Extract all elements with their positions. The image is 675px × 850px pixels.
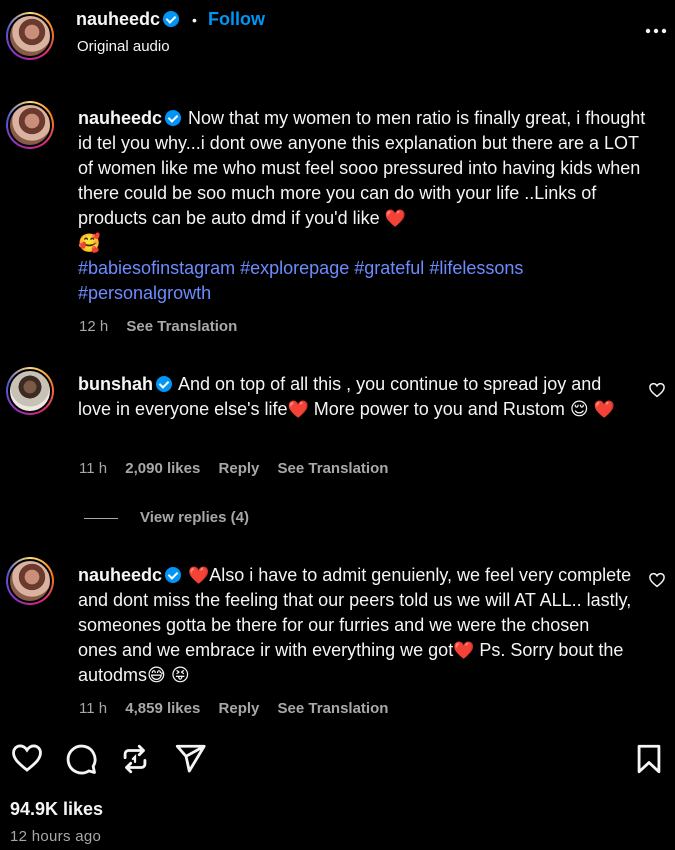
header-username[interactable]: nauheedc — [76, 9, 160, 29]
comment-body: bunshah And on top of all this , you con… — [78, 372, 618, 422]
comment-body: nauheedc ❤️Also i have to admit genuienl… — [78, 563, 633, 688]
comment-likes-count[interactable]: 2,090 likes — [125, 460, 200, 477]
view-replies-divider — [84, 518, 118, 519]
relieved-face-emoji: 😌 — [569, 399, 589, 419]
reply-button[interactable]: Reply — [219, 460, 260, 477]
comment-avatar[interactable] — [6, 557, 54, 605]
comment-time: 11 h — [79, 700, 108, 717]
hashtag-link[interactable]: #personalgrowth — [78, 283, 211, 303]
share-paper-plane-icon[interactable] — [173, 742, 207, 776]
hashtag-link[interactable]: #babiesofinstagram — [78, 258, 235, 278]
caption-text: Now that my women to men ratio is finall… — [78, 108, 646, 228]
red-heart-emoji: ❤️ — [287, 400, 309, 419]
follow-button[interactable]: Follow — [208, 9, 265, 29]
red-heart-emoji: ❤️ — [188, 566, 210, 585]
comment-like-heart-icon[interactable] — [648, 571, 666, 589]
caption-body: nauheedc Now that my women to men ratio … — [78, 106, 653, 306]
comment-bubble-icon[interactable] — [64, 742, 98, 776]
verified-badge-icon — [156, 376, 172, 392]
comment-likes-count[interactable]: 4,859 likes — [125, 700, 200, 717]
header-separator: • — [192, 12, 197, 28]
grinning-sweat-emoji: 😅 — [147, 665, 166, 685]
comment-text-continued: More power to you and Rustom — [308, 399, 570, 419]
save-bookmark-icon[interactable] — [632, 742, 666, 776]
comment-username[interactable]: bunshah — [78, 374, 153, 394]
comment-username[interactable]: nauheedc — [78, 565, 162, 585]
view-replies-button[interactable]: View replies (4) — [140, 509, 249, 526]
verified-badge-icon — [165, 567, 182, 583]
comment-time: 11 h — [79, 460, 108, 477]
comment-like-heart-icon[interactable] — [648, 381, 666, 399]
post-likes-count[interactable]: 94.9K likes — [10, 799, 103, 820]
comment-avatar[interactable] — [6, 367, 54, 415]
see-translation-link[interactable]: See Translation — [278, 700, 389, 717]
comment-meta: 11 h 4,859 likes Reply See Translation — [79, 700, 402, 717]
header-avatar[interactable] — [6, 12, 54, 60]
red-heart-emoji: ❤️ — [384, 209, 406, 228]
red-heart-emoji: ❤️ — [593, 400, 615, 419]
red-heart-emoji: ❤️ — [453, 641, 475, 660]
tongue-out-emoji: 😝 — [170, 665, 190, 685]
post-time-ago: 12 hours ago — [10, 828, 102, 845]
reply-button[interactable]: Reply — [219, 700, 260, 717]
comment-meta: 11 h 2,090 likes Reply See Translation — [79, 460, 402, 477]
header-user-row: nauheedc • Follow — [76, 9, 265, 30]
header-subtitle[interactable]: Original audio — [77, 38, 170, 55]
verified-badge-icon — [165, 110, 182, 126]
caption-avatar[interactable] — [6, 101, 54, 149]
hashtag-link[interactable]: #grateful — [354, 258, 424, 278]
see-translation-link[interactable]: See Translation — [126, 318, 237, 335]
hashtag-link[interactable]: #explorepage — [240, 258, 349, 278]
caption-username[interactable]: nauheedc — [78, 108, 162, 128]
hashtag-link[interactable]: #lifelessons — [429, 258, 523, 278]
caption-time: 12 h — [79, 318, 109, 335]
see-translation-link[interactable]: See Translation — [278, 460, 389, 477]
repost-icon[interactable] — [118, 742, 152, 776]
more-options-icon[interactable] — [645, 22, 667, 34]
caption-meta: 12 h See Translation — [79, 318, 251, 335]
verified-badge-icon — [163, 11, 180, 27]
smiling-hearts-emoji: 🥰 — [78, 233, 101, 253]
like-heart-icon[interactable] — [10, 741, 44, 775]
